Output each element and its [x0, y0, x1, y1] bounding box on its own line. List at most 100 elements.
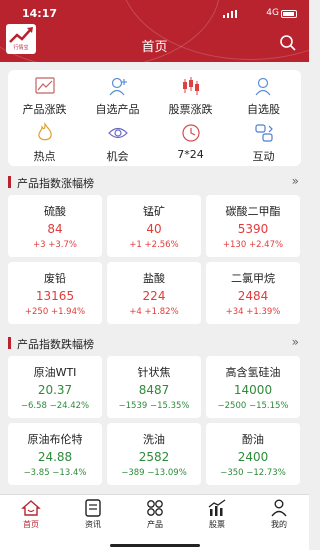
status-bar: 14:17 4G [0, 7, 309, 21]
news-icon [85, 499, 101, 517]
menu-item-watch-products[interactable]: 自选产品 [81, 75, 154, 116]
product-name: 原油布伦特 [27, 433, 83, 446]
product-change: −6.58 −24.42% [20, 401, 90, 411]
product-price: 5390 [237, 222, 269, 236]
product-name: 废铅 [44, 272, 66, 285]
product-name: 锰矿 [143, 205, 165, 218]
tab-label: 资讯 [85, 520, 101, 529]
tab-profile[interactable]: 我的 [248, 499, 310, 530]
tab-stocks[interactable]: 股票 [186, 499, 248, 530]
fall-card[interactable]: 原油WTI 20.37 −6.58 −24.42% [8, 356, 102, 418]
header: 14:17 4G 行情宝 首页 [0, 0, 309, 62]
fall-section-title: 产品指数跌幅榜 [17, 338, 94, 351]
fall-card[interactable]: 洗油 2582 −389 −13.09% [107, 423, 201, 485]
product-name: 原油WTI [33, 366, 77, 379]
menu-label: 热点 [33, 150, 56, 163]
rise-card[interactable]: 二氯甲烷 2484 +34 +1.39% [206, 262, 300, 324]
product-price: 24.88 [37, 450, 73, 464]
product-name: 酚油 [242, 433, 264, 446]
eye-icon [107, 127, 128, 139]
product-change: −350 −12.73% [220, 468, 286, 478]
fall-section-header: 产品指数跌幅榜 » [8, 333, 301, 353]
fall-card[interactable]: 针状焦 8487 −1539 −15.35% [107, 356, 201, 418]
grid-icon [147, 500, 163, 516]
product-price: 8487 [138, 383, 170, 397]
menu-item-hot[interactable]: 热点 [8, 122, 81, 163]
product-change: −3.85 −13.4% [23, 468, 87, 478]
rise-section-title: 产品指数涨幅榜 [17, 177, 94, 190]
product-price: 84 [47, 222, 63, 236]
rise-card[interactable]: 碳酸二甲酯 5390 +130 +2.47% [206, 195, 300, 257]
product-price: 14000 [233, 383, 273, 397]
rise-card[interactable]: 硫酸 84 +3 +3.7% [8, 195, 102, 257]
tab-news[interactable]: 资讯 [62, 499, 124, 530]
tab-label: 产品 [147, 520, 163, 529]
product-name: 针状焦 [137, 366, 171, 379]
product-change: −389 −13.09% [121, 468, 187, 478]
product-price: 2484 [237, 289, 269, 303]
fall-card[interactable]: 原油布伦特 24.88 −3.85 −13.4% [8, 423, 102, 485]
page-title: 首页 [141, 40, 168, 55]
product-change: −1539 −15.35% [118, 401, 190, 411]
menu-label: 自选股 [247, 103, 280, 116]
fall-card[interactable]: 高含氢硅油 14000 −2500 −15.15% [206, 356, 300, 418]
menu-label: 股票涨跌 [168, 103, 213, 116]
menu-item-opportunity[interactable]: 机会 [81, 122, 154, 163]
product-price: 40 [146, 222, 162, 236]
tab-home[interactable]: 首页 [0, 499, 62, 530]
menu-item-stock-change[interactable]: 股票涨跌 [154, 75, 227, 116]
product-price: 13165 [35, 289, 75, 303]
user-plus-icon [109, 77, 127, 96]
product-price: 20.37 [37, 383, 73, 397]
product-name: 盐酸 [143, 272, 165, 285]
product-change: +4 +1.82% [129, 307, 179, 317]
product-name: 高含氢硅油 [225, 366, 281, 379]
menu-item-product-change[interactable]: 产品涨跌 [8, 75, 81, 116]
menu-item-news-24h[interactable]: 7*24 [154, 122, 227, 162]
tab-products[interactable]: 产品 [124, 499, 186, 530]
person-icon [271, 499, 287, 517]
flame-icon [37, 122, 52, 141]
more-chevron-icon[interactable]: » [292, 174, 299, 188]
product-change: +250 +1.94% [24, 307, 86, 317]
product-price: 2400 [237, 450, 269, 464]
rise-section-header: 产品指数涨幅榜 » [8, 172, 301, 192]
menu-label: 自选产品 [95, 103, 140, 116]
line-chart-icon [34, 77, 55, 94]
product-name: 洗油 [143, 433, 165, 446]
tab-label: 首页 [23, 520, 39, 529]
battery-icon [281, 10, 297, 18]
signal-icon [223, 10, 237, 18]
rise-card[interactable]: 废铅 13165 +250 +1.94% [8, 262, 102, 324]
tab-label: 我的 [271, 520, 287, 529]
menu-label: 机会 [106, 150, 129, 163]
product-change: +130 +2.47% [222, 240, 284, 250]
product-name: 碳酸二甲酯 [225, 205, 281, 218]
rise-card[interactable]: 锰矿 40 +1 +2.56% [107, 195, 201, 257]
exchange-icon [254, 124, 273, 142]
product-change: +3 +3.7% [33, 240, 77, 250]
status-time: 14:17 [22, 7, 58, 20]
product-price: 224 [142, 289, 166, 303]
tab-label: 股票 [209, 520, 225, 529]
search-icon[interactable] [279, 34, 297, 52]
fall-card[interactable]: 酚油 2400 −350 −12.73% [206, 423, 300, 485]
product-change: −2500 −15.15% [217, 401, 289, 411]
product-name: 二氯甲烷 [231, 272, 275, 285]
candlestick-icon [182, 77, 199, 95]
rise-card[interactable]: 盐酸 224 +4 +1.82% [107, 262, 201, 324]
menu-item-interaction[interactable]: 互动 [227, 122, 300, 163]
section-accent [8, 337, 11, 349]
menu-label: 产品涨跌 [22, 103, 67, 116]
product-change: +34 +1.39% [225, 307, 281, 317]
more-chevron-icon[interactable]: » [292, 335, 299, 349]
section-accent [8, 176, 11, 188]
bottom-tab-bar: 首页 资讯 产品 股票 我的 [0, 494, 309, 550]
stock-chart-icon [208, 499, 226, 516]
user-search-icon [255, 77, 270, 96]
home-icon [21, 500, 41, 516]
menu-item-watch-stocks[interactable]: 自选股 [227, 75, 300, 116]
product-change: +1 +2.56% [129, 240, 179, 250]
network-type: 4G [266, 8, 279, 18]
menu-label: 互动 [252, 150, 275, 163]
